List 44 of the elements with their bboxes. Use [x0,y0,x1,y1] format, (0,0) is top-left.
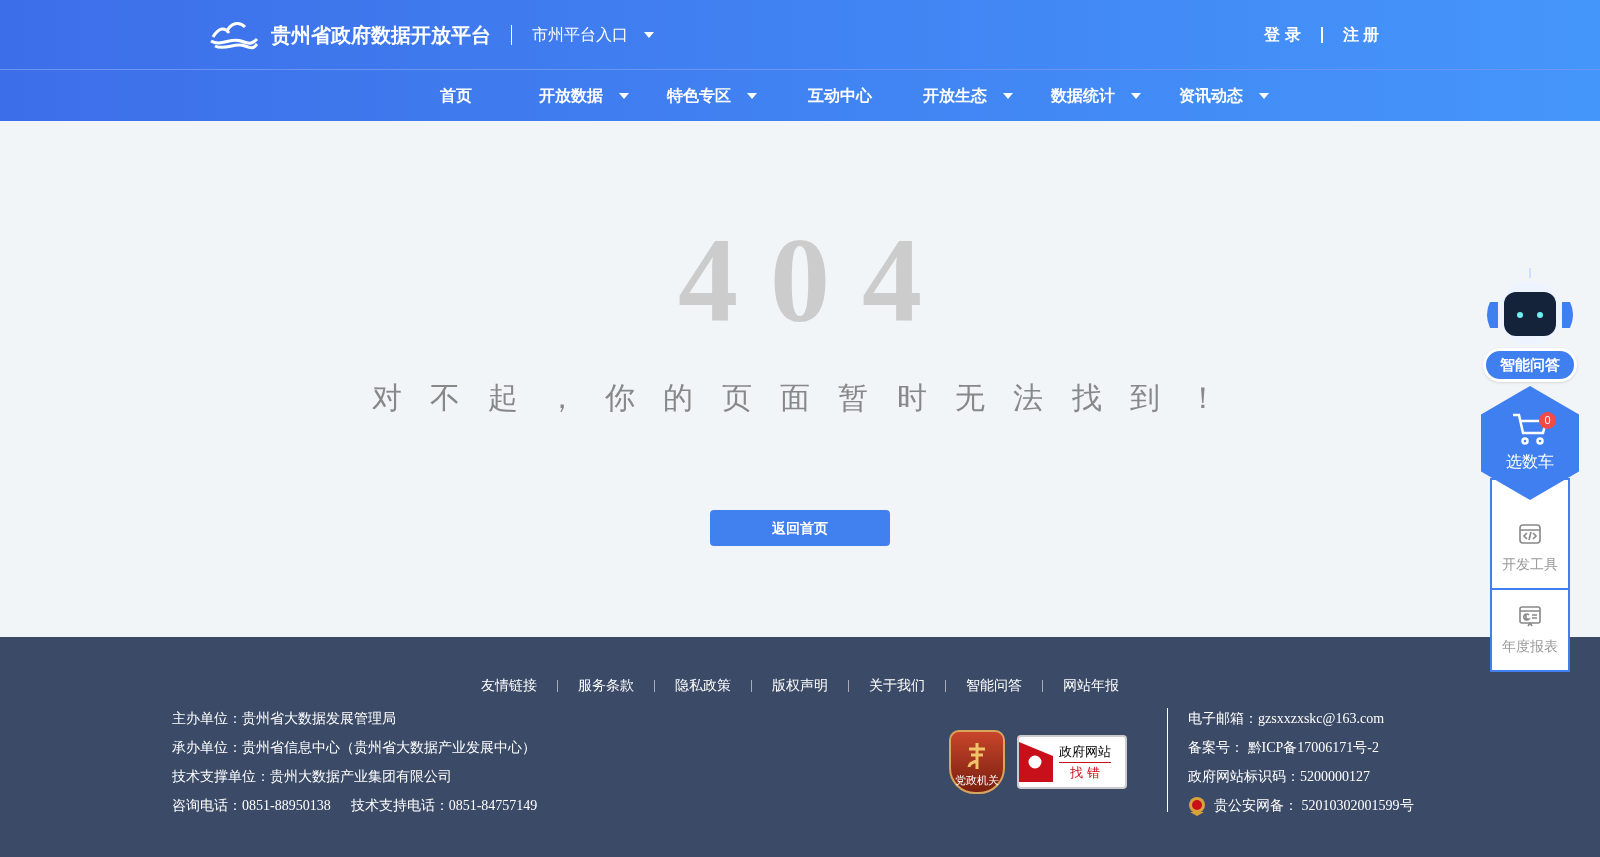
footer-link[interactable]: 隐私政策 [675,675,731,696]
caret-icon [1259,92,1269,99]
footer-link[interactable]: 关于我们 [869,675,925,696]
footer-link[interactable]: 友情链接 [481,675,537,696]
caret-icon [1003,92,1013,99]
report-icon [1518,603,1542,628]
police-record-text: 贵公安网备： 52010302001599号 [1214,797,1414,815]
nav-item[interactable]: 开放数据 [520,83,648,108]
login-link[interactable]: 登 录 [1264,22,1301,47]
register-link[interactable]: 注 册 [1342,22,1379,47]
footer-info-text: 技术支撑单位：贵州大数据产业集团有限公司 [172,768,453,786]
footer-link[interactable]: 服务条款 [578,675,634,696]
site-title: 贵州省政府数据开放平台 [271,22,491,48]
code-icon [1518,521,1542,546]
nav-item[interactable]: 资讯动态 [1160,83,1288,108]
party-government-badge[interactable]: 党政机关 [949,730,1005,794]
side-tool-button[interactable]: 年度报表 [1490,588,1570,672]
footer-link[interactable]: 智能问答 [966,675,1022,696]
footer-link[interactable]: 网站年报 [1063,675,1119,696]
police-emblem-icon [1188,795,1206,816]
footer-info-text: 主办单位：贵州省大数据发展管理局 [172,710,397,728]
report-error-badge[interactable]: 政府网站 找 错 [1017,735,1127,789]
caret-icon [619,92,629,99]
footer-link[interactable]: 版权声明 [772,675,828,696]
caret-icon [644,31,654,38]
phone-text: 咨询电话：0851-88950138 [172,797,331,815]
nav-item[interactable]: 首页 [392,83,520,108]
footer-info-text: 备案号： 黔ICP备17006171号-2 [1188,739,1380,757]
caret-icon [1131,92,1141,99]
footer-info-text: 电子邮箱：gzsxxzxskc@163.com [1188,710,1386,728]
nav-item[interactable]: 互动中心 [776,83,904,108]
smart-qa-button[interactable]: 智能问答 [1483,348,1577,382]
nav-item[interactable]: 开放生态 [904,83,1032,108]
nav-item[interactable]: 特色专区 [648,83,776,108]
footer-info-text: 承办单位：贵州省信息中心（贵州省大数据产业发展中心） [172,739,537,757]
caret-icon [747,92,757,99]
nav-item[interactable]: 数据统计 [1032,83,1160,108]
robot-icon [1484,268,1576,348]
phone-text: 技术支持电话：0851-84757149 [350,797,538,815]
footer-info-text: 政府网站标识码：5200000127 [1188,768,1371,786]
error-message: 对 不 起 ， 你 的 页 面 暂 时 无 法 找 到 ！ [371,380,1229,416]
city-platform-dropdown[interactable]: 市州平台入口 [532,22,654,47]
back-home-button[interactable]: 返回首页 [710,510,890,546]
cart-icon [1512,412,1548,446]
